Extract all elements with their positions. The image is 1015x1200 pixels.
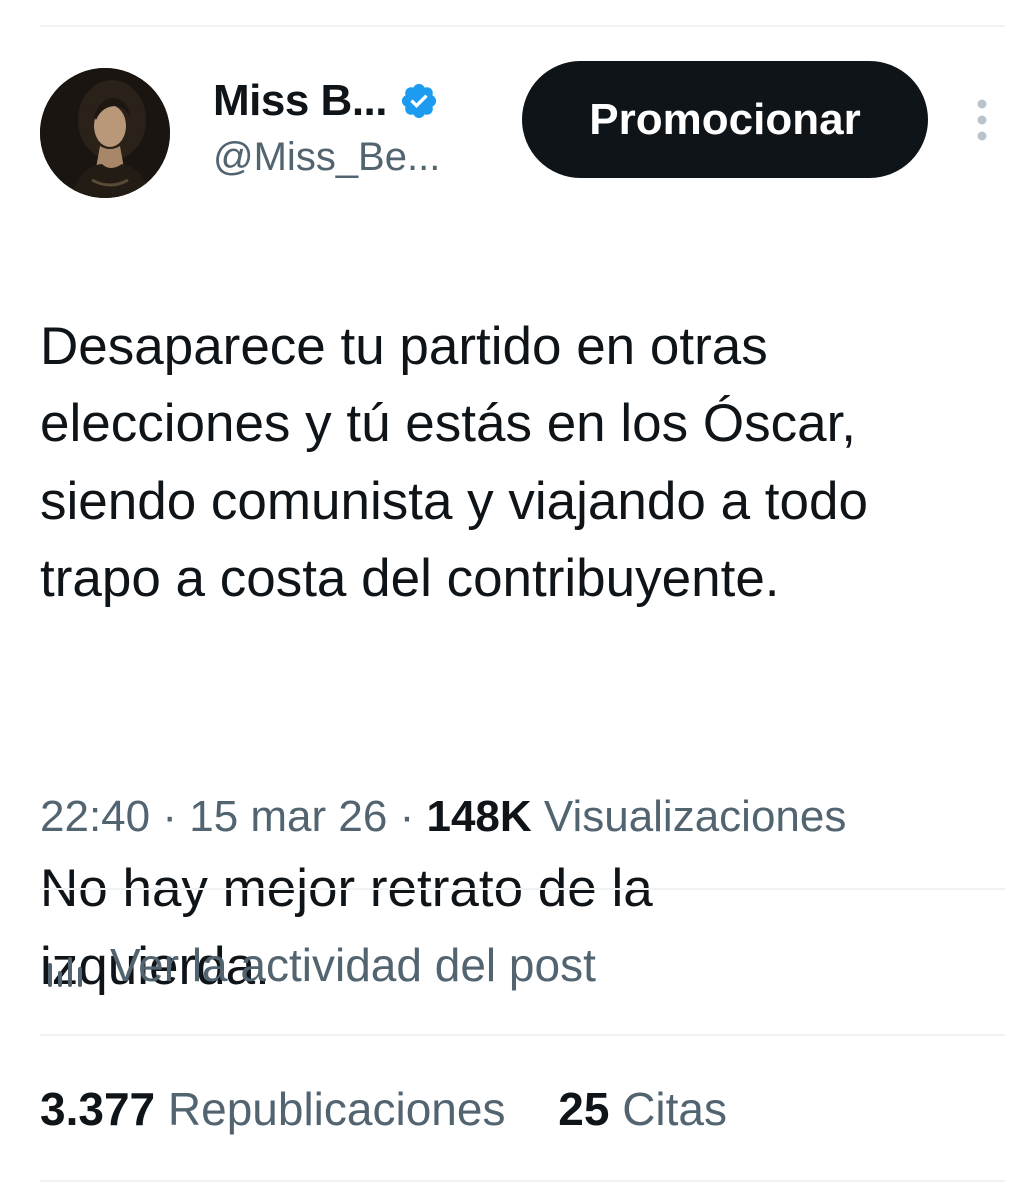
user-handle[interactable]: @Miss_Be... — [213, 135, 440, 180]
avatar[interactable] — [40, 68, 170, 198]
tweet-time[interactable]: 22:40 — [40, 792, 150, 841]
avatar-photo-icon — [40, 68, 170, 198]
divider — [40, 1180, 1005, 1182]
tweet-date[interactable]: 15 mar 26 — [189, 792, 387, 841]
engagement-stats: 3.377 Republicaciones 25 Citas — [40, 1082, 727, 1136]
quotes-label: Citas — [622, 1083, 727, 1135]
divider — [40, 1034, 1005, 1036]
verified-badge-icon — [399, 81, 439, 121]
tweet-meta: 22:40 · 15 mar 26 · 148K Visualizaciones — [40, 792, 846, 842]
reposts-label: Republicaciones — [167, 1083, 506, 1135]
reposts-stat[interactable]: 3.377 Republicaciones — [40, 1082, 505, 1136]
quotes-count: 25 — [558, 1083, 610, 1135]
reposts-count: 3.377 — [40, 1083, 156, 1135]
view-post-activity-link[interactable]: Ver la actividad del post — [40, 935, 596, 995]
user-info[interactable]: Miss B... @Miss_Be... — [213, 75, 440, 180]
quotes-stat[interactable]: 25 Citas — [558, 1082, 727, 1136]
meta-separator: · — [399, 792, 415, 841]
more-vertical-icon[interactable] — [970, 98, 994, 142]
divider — [40, 888, 1005, 890]
views-label: Visualizaciones — [543, 792, 847, 841]
top-divider — [40, 25, 1005, 27]
tweet-paragraph-1: Desaparece tu partido en otras eleccione… — [40, 316, 868, 609]
view-post-activity-label: Ver la actividad del post — [110, 939, 596, 991]
analytics-icon — [46, 946, 84, 987]
views-count: 148K — [426, 792, 532, 841]
display-name[interactable]: Miss B... — [213, 76, 388, 126]
meta-separator: · — [162, 792, 177, 841]
display-name-row: Miss B... — [213, 75, 440, 127]
promote-button[interactable]: Promocionar — [522, 61, 928, 178]
